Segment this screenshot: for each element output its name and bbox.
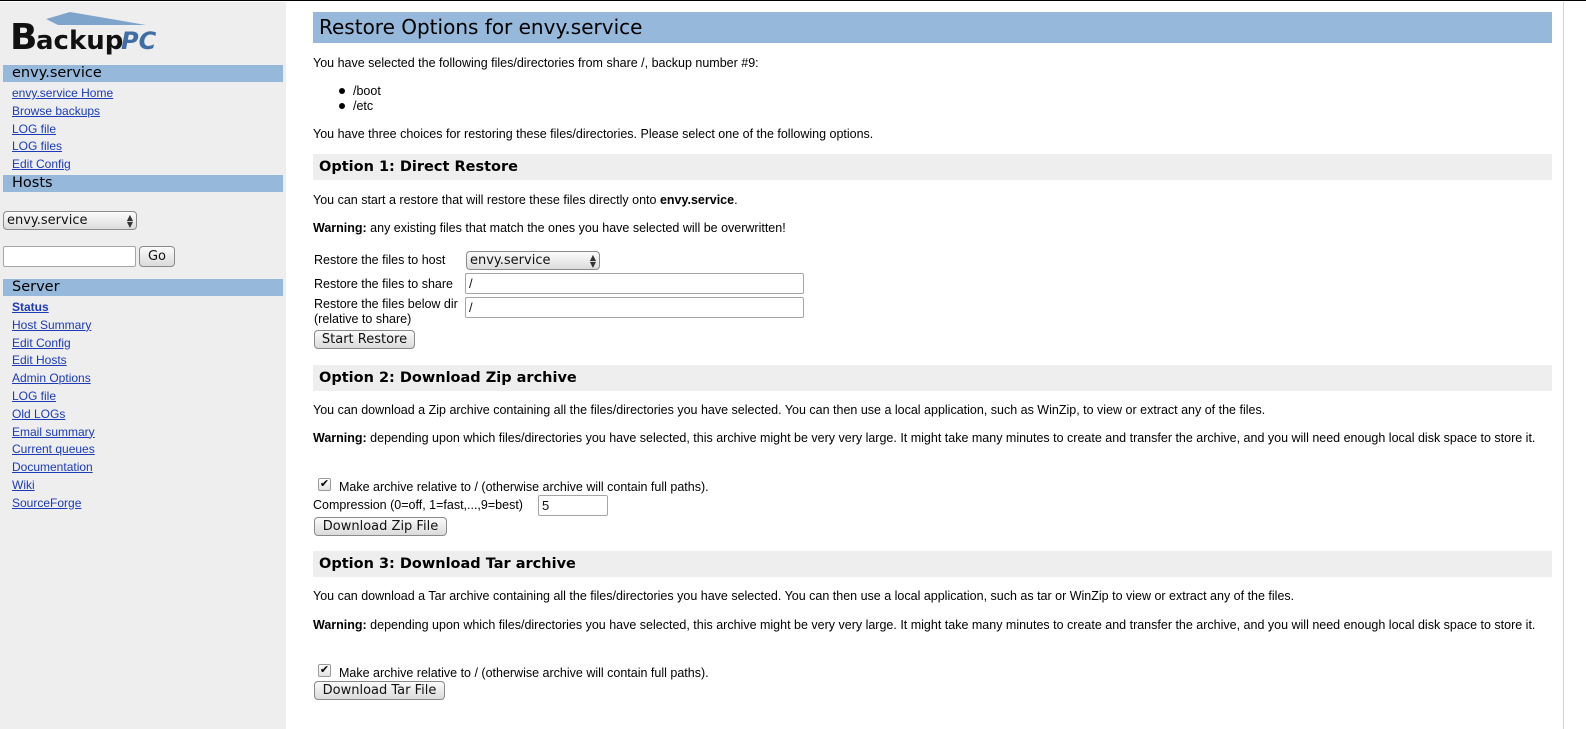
- option2-warning-text: depending upon which files/directories y…: [366, 431, 1536, 445]
- option3-title: Option 3: Download Tar archive: [313, 551, 1552, 577]
- link-host-summary[interactable]: Host Summary: [12, 317, 95, 335]
- option1-warning: Warning: any existing files that match t…: [313, 221, 786, 236]
- option2-warning: Warning: depending upon which files/dire…: [313, 431, 1545, 446]
- option3-desc: You can download a Tar archive containin…: [313, 589, 1295, 603]
- zip-relative-label: Make archive relative to / (otherwise ar…: [339, 480, 709, 494]
- restore-host-value: envy.service: [470, 253, 551, 268]
- option1-desc-prefix: You can start a restore that will restor…: [313, 193, 660, 207]
- choices-text: You have three choices for restoring the…: [313, 127, 874, 141]
- restore-share-input[interactable]: /: [465, 273, 804, 294]
- link-status[interactable]: Status: [12, 299, 95, 317]
- option1-warning-text: any existing files that match the ones y…: [366, 221, 786, 235]
- restore-host-label: Restore the files to host: [314, 253, 446, 267]
- option3-warning: Warning: depending upon which files/dire…: [313, 618, 1545, 633]
- restore-host-select[interactable]: envy.service ▲ ▼: [466, 251, 600, 270]
- link-admin-options[interactable]: Admin Options: [12, 370, 95, 388]
- zip-relative-checkbox[interactable]: ✔: [318, 478, 331, 491]
- svg-text:ackup: ackup: [36, 26, 123, 56]
- restore-dir-label: Restore the files below dir: [314, 297, 458, 311]
- download-zip-button[interactable]: Download Zip File: [314, 517, 447, 536]
- page-scrollbar[interactable]: [1563, 2, 1586, 729]
- link-wiki[interactable]: Wiki: [12, 477, 95, 495]
- restore-share-label: Restore the files to share: [314, 277, 453, 291]
- link-host-edit-config[interactable]: Edit Config: [12, 156, 113, 174]
- option1-desc-suffix: .: [734, 193, 738, 207]
- download-tar-button[interactable]: Download Tar File: [314, 681, 445, 700]
- intro-text: You have selected the following files/di…: [313, 56, 759, 70]
- host-select-value: envy.service: [7, 213, 88, 228]
- warning-label: Warning:: [313, 221, 367, 235]
- list-item: /etc: [335, 99, 381, 114]
- host-search-input[interactable]: [3, 246, 136, 267]
- option2-title: Option 2: Download Zip archive: [313, 365, 1552, 391]
- option1-title: Option 1: Direct Restore: [313, 154, 1552, 180]
- selected-files-list: /boot /etc: [335, 84, 381, 114]
- compression-input[interactable]: 5: [538, 495, 608, 516]
- option2-desc: You can download a Zip archive containin…: [313, 403, 1266, 417]
- restore-dir-input[interactable]: /: [465, 297, 804, 318]
- sidebar-host-title: envy.service: [3, 65, 283, 82]
- tar-relative-checkbox[interactable]: ✔: [318, 664, 331, 677]
- page-title: Restore Options for envy.service: [313, 12, 1552, 43]
- tar-relative-label: Make archive relative to / (otherwise ar…: [339, 666, 709, 680]
- option1-desc-host: envy.service: [659, 193, 735, 207]
- link-host-log-files[interactable]: LOG files: [12, 138, 113, 156]
- select-arrows-icon: ▲ ▼: [589, 253, 596, 269]
- server-links: Status Host Summary Edit Config Edit Hos…: [12, 299, 95, 513]
- link-host-log-file[interactable]: LOG file: [12, 121, 113, 139]
- svg-text:B: B: [10, 17, 37, 58]
- warning-label: Warning:: [313, 431, 367, 445]
- start-restore-button[interactable]: Start Restore: [314, 330, 415, 349]
- link-documentation[interactable]: Documentation: [12, 459, 95, 477]
- option3-warning-text: depending upon which files/directories y…: [366, 618, 1536, 632]
- link-edit-hosts[interactable]: Edit Hosts: [12, 352, 95, 370]
- host-select[interactable]: envy.service ▲ ▼: [3, 211, 137, 230]
- compression-label: Compression (0=off, 1=fast,...,9=best): [313, 498, 523, 512]
- link-sourceforge[interactable]: SourceForge: [12, 495, 95, 513]
- link-edit-config[interactable]: Edit Config: [12, 335, 95, 353]
- link-old-logs[interactable]: Old LOGs: [12, 406, 95, 424]
- link-host-home[interactable]: envy.service Home: [12, 85, 113, 103]
- warning-label: Warning:: [313, 618, 367, 632]
- link-email-summary[interactable]: Email summary: [12, 424, 95, 442]
- link-current-queues[interactable]: Current queues: [12, 441, 95, 459]
- check-icon: ✔: [319, 478, 330, 490]
- sidebar-hosts-title: Hosts: [3, 175, 283, 192]
- check-icon: ✔: [319, 664, 330, 676]
- restore-dir-sublabel: (relative to share): [314, 312, 412, 326]
- link-log-file[interactable]: LOG file: [12, 388, 95, 406]
- sidebar: B ackup PC envy.service envy.service Hom…: [0, 2, 286, 729]
- select-arrows-icon: ▲ ▼: [126, 213, 133, 229]
- main-content: Restore Options for envy.service You hav…: [313, 1, 1553, 729]
- go-button[interactable]: Go: [139, 246, 175, 267]
- browser-frame: B ackup PC envy.service envy.service Hom…: [0, 0, 1586, 729]
- option1-desc: You can start a restore that will restor…: [313, 193, 738, 208]
- svg-text:PC: PC: [121, 27, 157, 55]
- host-links: envy.service Home Browse backups LOG fil…: [12, 85, 113, 174]
- backuppc-logo: B ackup PC: [10, 12, 157, 58]
- sidebar-server-title: Server: [3, 279, 283, 296]
- link-browse-backups[interactable]: Browse backups: [12, 103, 113, 121]
- list-item: /boot: [335, 84, 381, 99]
